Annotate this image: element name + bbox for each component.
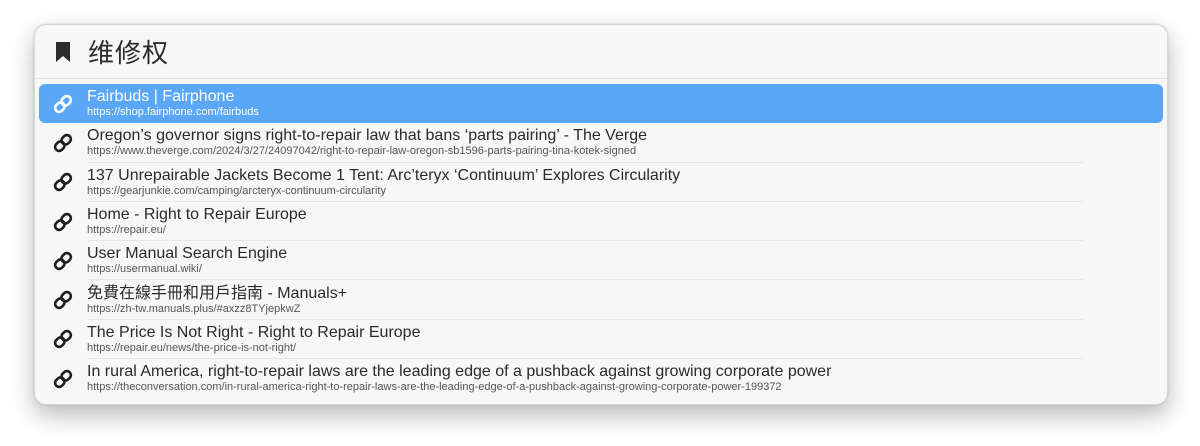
bookmark-list: Fairbuds | Fairphone https://shop.fairph… (35, 79, 1167, 398)
bookmark-title: Fairbuds | Fairphone (87, 88, 235, 106)
bookmark-title: In rural America, right-to-repair laws a… (87, 363, 832, 381)
link-icon (39, 171, 87, 193)
bookmark-title: 137 Unrepairable Jackets Become 1 Tent: … (87, 166, 681, 184)
bookmark-url: https://shop.fairphone.com/fairbuds (87, 106, 259, 119)
bookmark-title: Home - Right to Repair Europe (87, 206, 307, 224)
bookmark-row[interactable]: User Manual Search Engine https://userma… (39, 241, 1163, 281)
link-icon (39, 368, 87, 390)
link-icon (39, 211, 87, 233)
bookmark-row[interactable]: Fairbuds | Fairphone https://shop.fairph… (39, 84, 1163, 124)
bookmark-row[interactable]: The Price Is Not Right - Right to Repair… (39, 320, 1163, 360)
folder-header: 维修权 (35, 25, 1167, 79)
bookmark-title: Oregon’s governor signs right-to-repair … (87, 127, 647, 145)
bookmark-url: https://repair.eu/news/the-price-is-not-… (87, 341, 297, 354)
bookmark-title: The Price Is Not Right - Right to Repair… (87, 323, 421, 341)
bookmark-url: https://repair.eu/ (87, 224, 166, 237)
folder-title: 维修权 (88, 39, 170, 69)
link-icon (39, 289, 87, 311)
bookmark-title: User Manual Search Engine (87, 245, 288, 263)
link-icon (39, 132, 87, 154)
link-icon (39, 250, 87, 272)
bookmark-title: 免費在線手冊和用戶指南 - Manuals+ (87, 284, 348, 302)
bookmark-url: https://gearjunkie.com/camping/arcteryx-… (87, 184, 386, 197)
bookmark-row[interactable]: 免費在線手冊和用戶指南 - Manuals+ https://zh-tw.man… (39, 280, 1163, 320)
bookmark-row[interactable]: Home - Right to Repair Europe https://re… (39, 202, 1163, 242)
bookmark-url: https://usermanual.wiki/ (87, 263, 202, 276)
bookmark-row[interactable]: 137 Unrepairable Jackets Become 1 Tent: … (39, 163, 1163, 202)
bookmark-row[interactable]: Oregon’s governor signs right-to-repair … (39, 123, 1163, 163)
bookmark-url: https://theconversation.com/in-rural-ame… (87, 381, 782, 394)
bookmark-folder-panel: 维修权 Fairbuds | Fairphone https://shop.fa… (34, 24, 1168, 405)
bookmark-url: https://zh-tw.manuals.plus/#axzz8TYjepkw… (87, 302, 301, 315)
bookmark-icon (54, 41, 72, 63)
link-icon (39, 93, 87, 115)
bookmark-url: https://www.theverge.com/2024/3/27/24097… (87, 145, 637, 158)
link-icon (39, 328, 87, 350)
bookmark-row[interactable]: In rural America, right-to-repair laws a… (39, 359, 1163, 398)
